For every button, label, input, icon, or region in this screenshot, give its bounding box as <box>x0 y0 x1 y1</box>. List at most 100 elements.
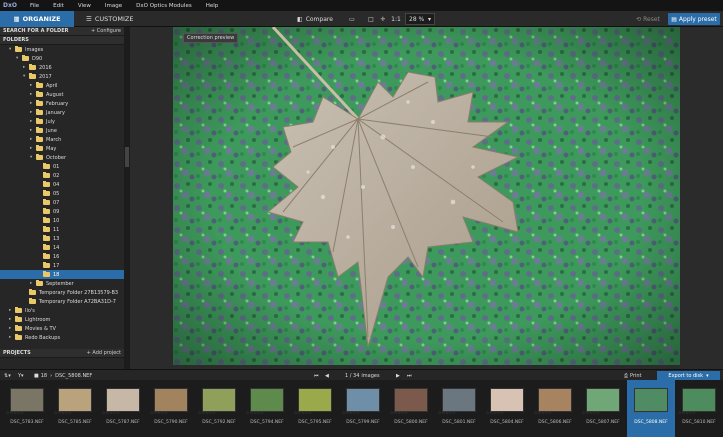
rating-stars-icon[interactable]: ☆☆☆☆☆ <box>342 410 360 415</box>
folder-tree-item[interactable]: ▸ Ilo's <box>0 306 124 315</box>
compare-label: Compare <box>305 15 333 23</box>
filmstrip-thumbnail[interactable]: ☆☆☆☆☆ DSC_5785.NEF <box>51 380 99 437</box>
rating-stars-icon[interactable]: ☆☆☆☆☆ <box>54 410 72 415</box>
folder-tree-item[interactable]: ▸ January <box>0 108 124 117</box>
first-image-button[interactable]: ⏮ <box>314 371 319 380</box>
rating-stars-icon[interactable]: ☆☆☆☆☆ <box>582 410 600 415</box>
folder-tree-item[interactable]: ▸ Redo Backups <box>0 333 124 342</box>
export-button[interactable]: Export to disk ▾ <box>657 371 720 380</box>
rating-stars-icon[interactable]: ☆☆☆☆☆ <box>150 410 168 415</box>
tab-customize[interactable]: ☰ CUSTOMIZE <box>86 11 146 27</box>
filmstrip-thumbnail[interactable]: ☆☆☆☆☆ DSC_5783.NEF <box>3 380 51 437</box>
folder-icon <box>36 100 43 106</box>
rating-stars-icon[interactable]: ☆☆☆☆☆ <box>198 410 216 415</box>
folder-tree-item[interactable]: ▸ July <box>0 117 124 126</box>
last-image-button[interactable]: ⏭ <box>407 371 412 380</box>
folder-tree-item[interactable]: ▸ September <box>0 279 124 288</box>
menu-optics-modules[interactable]: DxO Optics Modules <box>129 3 199 9</box>
folder-icon <box>15 325 22 331</box>
tab-customize-label: CUSTOMIZE <box>94 15 134 23</box>
menu-file[interactable]: File <box>23 3 46 9</box>
folder-tree-item[interactable]: 14 <box>0 243 124 252</box>
folder-tree-item[interactable]: ▾ D90 <box>0 54 124 63</box>
filmstrip-thumbnail[interactable]: ☆☆☆☆☆ DSC_5804.NEF <box>483 380 531 437</box>
folder-tree-item[interactable]: ▸ Movies & TV <box>0 324 124 333</box>
folder-tree-item[interactable]: 17 <box>0 261 124 270</box>
image-viewer[interactable]: Correction preview <box>130 27 723 369</box>
next-image-button[interactable]: ▶ <box>396 371 400 380</box>
menu-edit[interactable]: Edit <box>46 3 71 9</box>
sort-button[interactable]: ⇅▾ <box>4 371 11 380</box>
crop-view-button[interactable]: □ <box>366 13 376 25</box>
folder-tree-item[interactable]: 18 <box>0 270 124 279</box>
folder-tree-item[interactable]: 01 <box>0 162 124 171</box>
folder-tree-item[interactable]: ▾ October <box>0 153 124 162</box>
folder-tree-item[interactable]: 04 <box>0 180 124 189</box>
print-label: Print <box>630 372 642 379</box>
folder-tree-item[interactable]: 10 <box>0 216 124 225</box>
folder-tree-item[interactable]: 13 <box>0 234 124 243</box>
correction-preview-label[interactable]: Correction preview <box>183 33 239 43</box>
folder-tree-item[interactable]: ▸ June <box>0 126 124 135</box>
rating-stars-icon[interactable]: ☆☆☆☆☆ <box>246 410 264 415</box>
prev-image-button[interactable]: ◀ <box>325 371 329 380</box>
zoom-select[interactable]: 28 % ▾ <box>405 13 435 25</box>
folder-icon <box>43 199 50 205</box>
one-to-one-button[interactable]: 1:1 <box>390 13 402 25</box>
folder-tree-item[interactable]: ▸ Lightroom <box>0 315 124 324</box>
filmstrip-thumbnail[interactable]: ☆☆☆☆☆ DSC_5807.NEF <box>579 380 627 437</box>
print-button[interactable]: ⎙ Print <box>624 371 642 380</box>
folder-tree-item[interactable]: ▾ 2017 <box>0 72 124 81</box>
filmstrip-thumbnail[interactable]: ☆☆☆☆☆ DSC_5800.NEF <box>387 380 435 437</box>
configure-button[interactable]: + Configure <box>91 28 121 34</box>
filmstrip-thumbnail[interactable]: ☆☆☆☆☆ DSC_5795.NEF <box>291 380 339 437</box>
rating-stars-icon[interactable]: ☆☆☆☆☆ <box>534 410 552 415</box>
photo-preview[interactable]: Correction preview <box>173 27 680 365</box>
filmstrip-thumbnail[interactable]: ☆☆☆☆☆ DSC_5794.NEF <box>243 380 291 437</box>
folder-tree-item[interactable]: 16 <box>0 252 124 261</box>
folder-tree-item[interactable]: ▸ May <box>0 144 124 153</box>
folder-tree-item[interactable]: 05 <box>0 189 124 198</box>
rating-stars-icon[interactable]: ☆☆☆☆☆ <box>6 410 24 415</box>
split-view-button[interactable]: ▭ <box>347 13 357 25</box>
move-tool-button[interactable]: ✛ <box>378 13 388 25</box>
rating-stars-icon[interactable]: ☆☆☆☆☆ <box>102 410 120 415</box>
add-project-button[interactable]: + Add project <box>87 350 121 356</box>
filmstrip-thumbnail[interactable]: ☆☆☆☆☆ DSC_5810.NEF <box>675 380 723 437</box>
folder-tree-item[interactable]: ▸ February <box>0 99 124 108</box>
rating-stars-icon[interactable]: ☆☆☆☆☆ <box>438 410 456 415</box>
filter-button[interactable]: Y▾ <box>18 371 24 380</box>
rating-stars-icon[interactable]: ☆☆☆☆☆ <box>390 410 408 415</box>
apply-preset-button[interactable]: ▤ Apply preset <box>668 13 720 25</box>
filmstrip-thumbnail[interactable]: ☆☆☆☆☆ DSC_5787.NEF <box>99 380 147 437</box>
folder-tree-item[interactable]: Temporary Folder 27B13579-B3 <box>0 288 124 297</box>
splitter-handle[interactable] <box>125 147 129 167</box>
folder-tree-item[interactable]: ▸ March <box>0 135 124 144</box>
filmstrip-thumbnail[interactable]: ☆☆☆☆☆ DSC_5806.NEF <box>531 380 579 437</box>
rating-stars-icon[interactable]: ☆☆☆☆☆ <box>486 410 504 415</box>
rating-stars-icon[interactable]: ☆☆☆☆☆ <box>630 410 648 415</box>
filmstrip-thumbnail[interactable]: ☆☆☆☆☆ DSC_5790.NEF <box>147 380 195 437</box>
rating-stars-icon[interactable]: ☆☆☆☆☆ <box>678 410 696 415</box>
folder-tree-item[interactable]: ▸ April <box>0 81 124 90</box>
filmstrip-thumbnail[interactable]: ☆☆☆☆☆ DSC_5801.NEF <box>435 380 483 437</box>
compare-button[interactable]: ◧ Compare <box>290 13 340 25</box>
filmstrip-thumbnail[interactable]: ☆☆☆☆☆ DSC_5808.NEF <box>627 380 675 437</box>
folder-tree-item[interactable]: ▾ Images <box>0 45 124 54</box>
menu-view[interactable]: View <box>71 3 98 9</box>
folder-tree-item[interactable]: 02 <box>0 171 124 180</box>
folder-tree-item[interactable]: 07 <box>0 198 124 207</box>
menu-help[interactable]: Help <box>199 3 226 9</box>
filmstrip-thumbnail[interactable]: ☆☆☆☆☆ DSC_5799.NEF <box>339 380 387 437</box>
menu-image[interactable]: Image <box>98 3 129 9</box>
reset-button[interactable]: ⟲ Reset <box>633 13 663 25</box>
folder-tree-item[interactable]: 09 <box>0 207 124 216</box>
tab-organize[interactable]: ▦ ORGANIZE <box>0 11 74 27</box>
folder-icon <box>15 334 22 340</box>
rating-stars-icon[interactable]: ☆☆☆☆☆ <box>294 410 312 415</box>
folder-tree-item[interactable]: ▸ 2016 <box>0 63 124 72</box>
folder-tree-item[interactable]: 11 <box>0 225 124 234</box>
filmstrip-thumbnail[interactable]: ☆☆☆☆☆ DSC_5792.NEF <box>195 380 243 437</box>
folder-tree-item[interactable]: ▸ August <box>0 90 124 99</box>
folder-tree-item[interactable]: Temporary Folder A72BA31D-7 <box>0 297 124 306</box>
